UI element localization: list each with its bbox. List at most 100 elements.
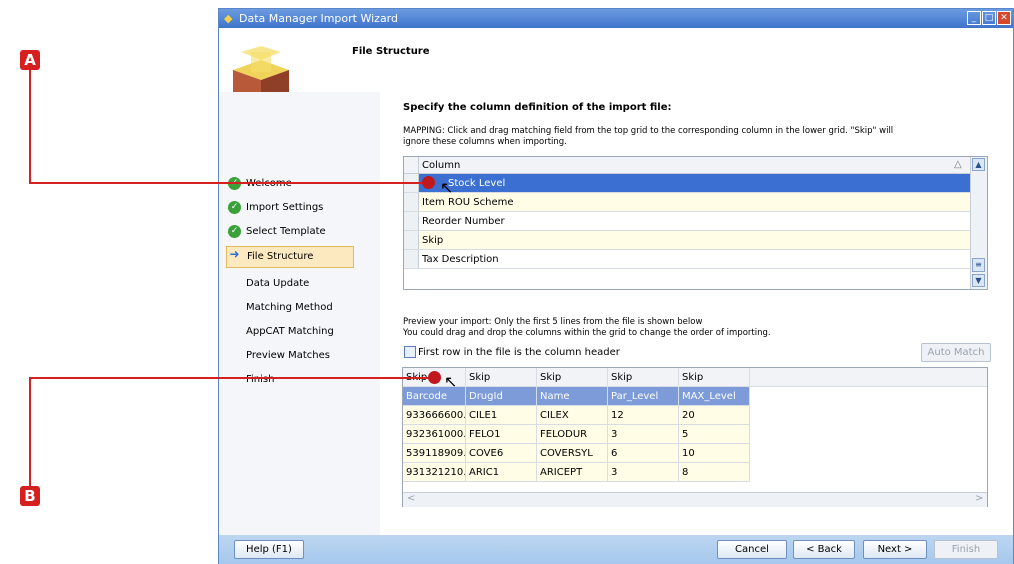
preview-header-4[interactable]: Skip	[608, 368, 679, 387]
preview-cell: 20	[679, 406, 750, 425]
column-header-label: Column	[422, 160, 461, 171]
step-label: Finish	[246, 374, 275, 385]
column-row-label: Stock Level	[448, 178, 506, 189]
callout-line-b-horizontal	[29, 377, 436, 379]
wizard-footer: Help (F1) Cancel < Back Next > Finish	[219, 535, 1013, 564]
callout-dot-b	[428, 371, 441, 384]
step-data-update[interactable]: Data Update	[226, 274, 354, 294]
preview-cell: ARICEPT	[537, 463, 608, 482]
preview-cell: 6	[608, 444, 679, 463]
preview-cell: COVERSYL	[537, 444, 608, 463]
sort-icon[interactable]: △	[954, 159, 962, 170]
title-bar: ◆ Data Manager Import Wizard _ □ ✕	[219, 9, 1013, 28]
back-button[interactable]: < Back	[793, 540, 855, 559]
mouse-pointer-icon: ↖	[444, 372, 458, 391]
preview-grid[interactable]: Skip Skip Skip Skip Skip Barcode DrugId …	[402, 367, 988, 507]
preview-cell: 8	[679, 463, 750, 482]
column-row-label: Item ROU Scheme	[422, 197, 514, 208]
scroll-right-icon[interactable]: >	[975, 493, 983, 504]
preview-cell: Name	[537, 387, 608, 406]
maximize-button[interactable]: □	[982, 11, 996, 25]
preview-header-2[interactable]: Skip	[466, 368, 537, 387]
section-heading: Specify the column definition of the imp…	[403, 102, 672, 113]
scroll-thumb[interactable]: ≡	[972, 258, 985, 272]
scroll-left-icon[interactable]: <	[407, 493, 415, 504]
column-grid[interactable]: Column △ Stock Level Item ROU Scheme Reo…	[403, 156, 988, 290]
mouse-pointer-icon: ↖	[440, 178, 454, 197]
step-label: Matching Method	[246, 302, 333, 313]
page-title: File Structure	[352, 46, 430, 57]
mapping-instructions-1: MAPPING: Click and drag matching field f…	[403, 126, 894, 136]
preview-cell: COVE6	[466, 444, 537, 463]
callout-line-b	[29, 378, 31, 486]
step-label: Select Template	[246, 226, 326, 237]
close-button[interactable]: ✕	[997, 11, 1011, 25]
step-appcat-matching[interactable]: AppCAT Matching	[226, 322, 354, 342]
preview-cell: 3	[608, 463, 679, 482]
preview-cell: FELO1	[466, 425, 537, 444]
wizard-header: File Structure	[219, 28, 1013, 118]
check-icon: ✓	[228, 201, 241, 214]
step-label: File Structure	[247, 251, 314, 262]
preview-cell: 3	[608, 425, 679, 444]
preview-cell: 5	[679, 425, 750, 444]
preview-header-3[interactable]: Skip	[537, 368, 608, 387]
cancel-button[interactable]: Cancel	[717, 540, 787, 559]
column-row[interactable]: Reorder Number	[404, 212, 971, 231]
column-row[interactable]: Item ROU Scheme	[404, 193, 971, 212]
step-finish[interactable]: Finish	[226, 370, 354, 390]
step-preview-matches[interactable]: Preview Matches	[226, 346, 354, 366]
column-row[interactable]: Tax Description	[404, 250, 971, 269]
finish-button[interactable]: Finish	[934, 540, 998, 559]
steps-sidebar: ✓ Welcome ✓ Import Settings ✓ Select Tem…	[219, 92, 380, 535]
preview-cell: DrugId	[466, 387, 537, 406]
next-button[interactable]: Next >	[863, 540, 927, 559]
column-row-selected[interactable]: Stock Level	[404, 174, 971, 193]
minimize-button[interactable]: _	[967, 11, 981, 25]
preview-cell: CILEX	[537, 406, 608, 425]
column-row-label: Skip	[422, 235, 444, 246]
column-grid-header: Column △	[404, 157, 971, 174]
check-icon: ✓	[228, 225, 241, 238]
preview-cell: CILE1	[466, 406, 537, 425]
column-row-label: Reorder Number	[422, 216, 505, 227]
callout-line-a	[29, 70, 31, 183]
app-icon: ◆	[224, 12, 233, 25]
scroll-up-icon[interactable]: ▲	[972, 158, 985, 171]
preview-header-5[interactable]: Skip	[679, 368, 750, 387]
column-row-label: Tax Description	[422, 254, 499, 265]
window-title: Data Manager Import Wizard	[239, 12, 398, 25]
preview-cell: 12	[608, 406, 679, 425]
callout-dot-a	[422, 176, 435, 189]
step-select-template[interactable]: ✓ Select Template	[226, 222, 354, 242]
preview-cell: 931321210...	[403, 463, 466, 482]
step-label: Preview Matches	[246, 350, 330, 361]
preview-cell: ARIC1	[466, 463, 537, 482]
step-matching-method[interactable]: Matching Method	[226, 298, 354, 318]
help-button[interactable]: Help (F1)	[234, 540, 304, 559]
step-label: Data Update	[246, 278, 310, 289]
preview-grid-hscrollbar[interactable]: < >	[403, 492, 987, 507]
preview-cell: FELODUR	[537, 425, 608, 444]
callout-marker-b: B	[20, 486, 40, 506]
step-file-structure[interactable]: ➜ File Structure	[226, 246, 354, 268]
wizard-window: ◆ Data Manager Import Wizard _ □ ✕ File …	[218, 8, 1014, 564]
header-row-checkbox[interactable]	[404, 346, 416, 358]
preview-cell: 932361000...	[403, 425, 466, 444]
callout-line-a-horizontal	[29, 182, 429, 184]
content-panel: Specify the column definition of the imp…	[380, 92, 1013, 535]
column-row[interactable]: Skip	[404, 231, 971, 250]
preview-cell: MAX_Level	[679, 387, 750, 406]
preview-cell: 10	[679, 444, 750, 463]
step-label: Import Settings	[246, 202, 324, 213]
auto-match-button[interactable]: Auto Match	[921, 343, 991, 362]
step-welcome[interactable]: ✓ Welcome	[226, 174, 354, 194]
preview-cell: Par_Level	[608, 387, 679, 406]
preview-cell: 933666600...	[403, 406, 466, 425]
header-row-checkbox-label: First row in the file is the column head…	[418, 347, 620, 358]
column-grid-scrollbar[interactable]: ▲ ≡ ▼	[970, 157, 987, 289]
preview-instructions-2: You could drag and drop the columns with…	[403, 328, 771, 338]
step-import-settings[interactable]: ✓ Import Settings	[226, 198, 354, 218]
mapping-instructions-2: ignore these columns when importing.	[403, 137, 567, 147]
scroll-down-icon[interactable]: ▼	[972, 274, 985, 287]
